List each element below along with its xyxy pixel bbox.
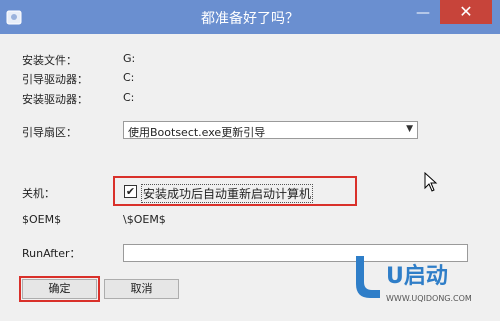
- oem-label: $OEM$: [22, 213, 62, 226]
- boot-sector-selected-value: 使用Bootsect.exe更新引导: [128, 126, 266, 139]
- runafter-label: RunAfter：: [22, 247, 81, 260]
- minimize-button[interactable]: —: [410, 2, 436, 24]
- shutdown-label: 关机：: [22, 187, 55, 200]
- mouse-cursor-icon: [424, 172, 438, 192]
- cancel-button[interactable]: 取消: [104, 279, 179, 299]
- boot-drive-label: 引导驱动器：: [22, 73, 88, 86]
- install-files-label: 安装文件：: [22, 54, 77, 67]
- install-drive-label: 安装驱动器：: [22, 93, 88, 106]
- install-drive-value: C:: [123, 91, 135, 104]
- setup-dialog: 都准备好了吗？ — ✕ 安装文件： G: 引导驱动器： C: 安装驱动器： C:…: [0, 0, 500, 321]
- title-bar[interactable]: 都准备好了吗？ — ✕: [0, 0, 500, 34]
- boot-drive-value: C:: [123, 71, 135, 84]
- watermark-url: WWW.UQIDONG.COM: [386, 294, 472, 303]
- u-logo-icon: [356, 256, 380, 298]
- ok-button[interactable]: 确定: [22, 279, 97, 299]
- watermark-logo: U启动 WWW.UQIDONG.COM: [352, 252, 492, 314]
- boot-sector-select[interactable]: 使用Bootsect.exe更新引导 ▼: [123, 121, 418, 139]
- oem-value: \$OEM$: [123, 213, 166, 226]
- install-files-value: G:: [123, 52, 136, 65]
- watermark-text: U启动: [386, 264, 448, 289]
- close-button[interactable]: ✕: [440, 0, 492, 24]
- boot-sector-label: 引导扇区：: [22, 126, 77, 139]
- chevron-down-icon[interactable]: ▼: [406, 124, 413, 134]
- restart-checkbox[interactable]: ✔: [124, 185, 137, 198]
- restart-checkbox-label[interactable]: 安装成功后自动重新启动计算机: [141, 184, 314, 203]
